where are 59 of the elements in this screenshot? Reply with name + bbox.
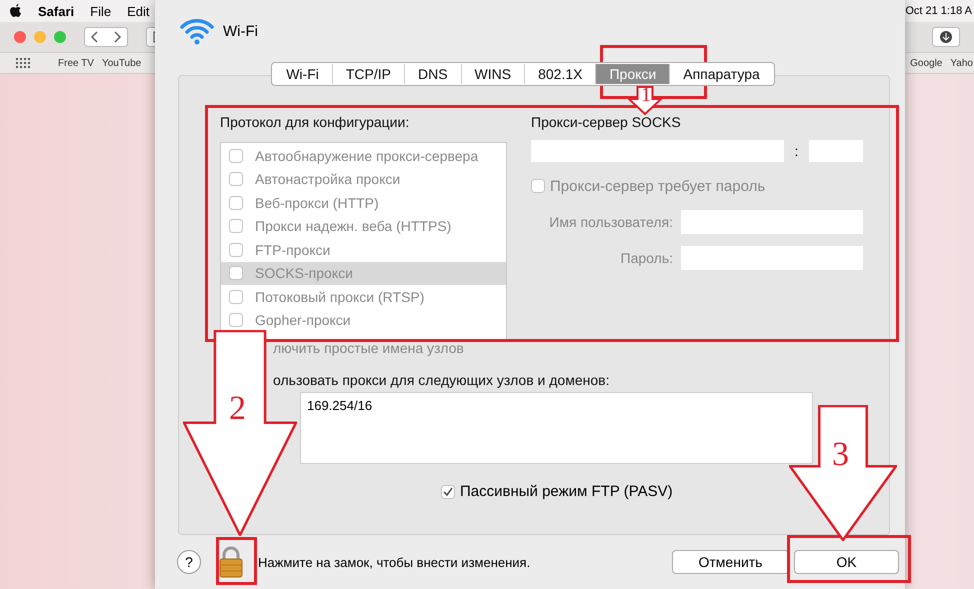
checkbox[interactable] — [229, 313, 243, 328]
highlight-frame — [216, 537, 257, 585]
protocol-label: SOCKS-прокси — [255, 265, 353, 282]
step-number: 1 — [641, 85, 651, 105]
protocol-label: Автонастройка прокси — [255, 171, 400, 188]
checkbox[interactable] — [229, 219, 243, 234]
field-label: Имя пользователя: — [549, 214, 673, 230]
checkbox[interactable] — [229, 290, 243, 304]
field-label: Пароль: — [620, 250, 673, 266]
checkbox[interactable] — [229, 172, 243, 186]
section-label: Протокол для конфигурации: — [220, 114, 410, 132]
bookmark-link[interactable]: YouTube — [102, 58, 142, 68]
menu-item[interactable]: Safari — [38, 4, 74, 18]
back-icon[interactable] — [84, 27, 128, 47]
tab[interactable]: TCP/IP — [332, 64, 405, 84]
bookmark-link[interactable]: Free TV — [58, 58, 94, 68]
tab[interactable]: DNS — [404, 64, 462, 84]
port-separator: : — [794, 143, 800, 159]
bookmark-link[interactable]: Google — [910, 58, 942, 68]
option-label: лючить простые имена узлов — [273, 340, 465, 358]
download-icon[interactable] — [932, 27, 960, 47]
step-number: 2 — [229, 392, 246, 426]
wifi-icon — [179, 17, 215, 45]
cancel-button[interactable]: Отменить — [672, 550, 789, 574]
checkbox[interactable] — [229, 242, 243, 257]
bookmark-link[interactable]: Yaho — [950, 58, 973, 68]
protocol-label: Gopher-прокси — [255, 312, 351, 328]
checkbox[interactable] — [229, 148, 243, 163]
tab[interactable]: Wi-Fi — [273, 64, 333, 84]
checkbox[interactable] — [229, 266, 243, 280]
bypass-list-field[interactable]: 169.254/16 — [300, 392, 813, 464]
protocol-label: Прокси надежн. веба (HTTPS) — [255, 218, 452, 234]
step-number: 3 — [832, 438, 849, 472]
window-title: Wi-Fi — [223, 22, 258, 40]
tab[interactable]: WINS — [462, 64, 526, 84]
protocol-label: FTP-прокси — [255, 242, 330, 258]
menu-item[interactable]: File — [90, 4, 112, 18]
field-label: ользовать прокси для следующих узлов и доменов: — [273, 372, 610, 390]
checkbox-label: Пассивный режим FTP (PASV) — [460, 483, 673, 500]
checkbox[interactable] — [229, 196, 243, 210]
menu-clock: Oct 21 1:18 A — [905, 5, 972, 17]
ok-button[interactable]: OK — [794, 550, 899, 574]
zoom-icon[interactable] — [54, 31, 66, 43]
menu-item[interactable]: Edit — [127, 4, 150, 18]
help-button[interactable]: ? — [177, 550, 201, 574]
apple-icon[interactable] — [10, 4, 22, 18]
section-label: Прокси-сервер SOCKS — [531, 114, 682, 132]
minimize-icon[interactable] — [34, 31, 46, 43]
protocol-label: Потоковый прокси (RTSP) — [255, 288, 424, 305]
protocol-label: Веб-прокси (HTTP) — [255, 194, 379, 211]
lock-hint: Нажмите на замок, чтобы внести изменения. — [258, 554, 530, 570]
checkbox[interactable] — [441, 484, 455, 498]
checkbox[interactable] — [531, 179, 545, 193]
lock-icon[interactable] — [218, 546, 244, 578]
close-icon[interactable] — [14, 31, 26, 43]
checkbox-label: Прокси-сервер требует пароль — [550, 178, 766, 194]
protocol-label: Автообнаружение прокси-сервера — [255, 148, 478, 164]
grid-icon[interactable] — [16, 58, 30, 68]
tab[interactable]: Аппаратура — [670, 64, 773, 84]
